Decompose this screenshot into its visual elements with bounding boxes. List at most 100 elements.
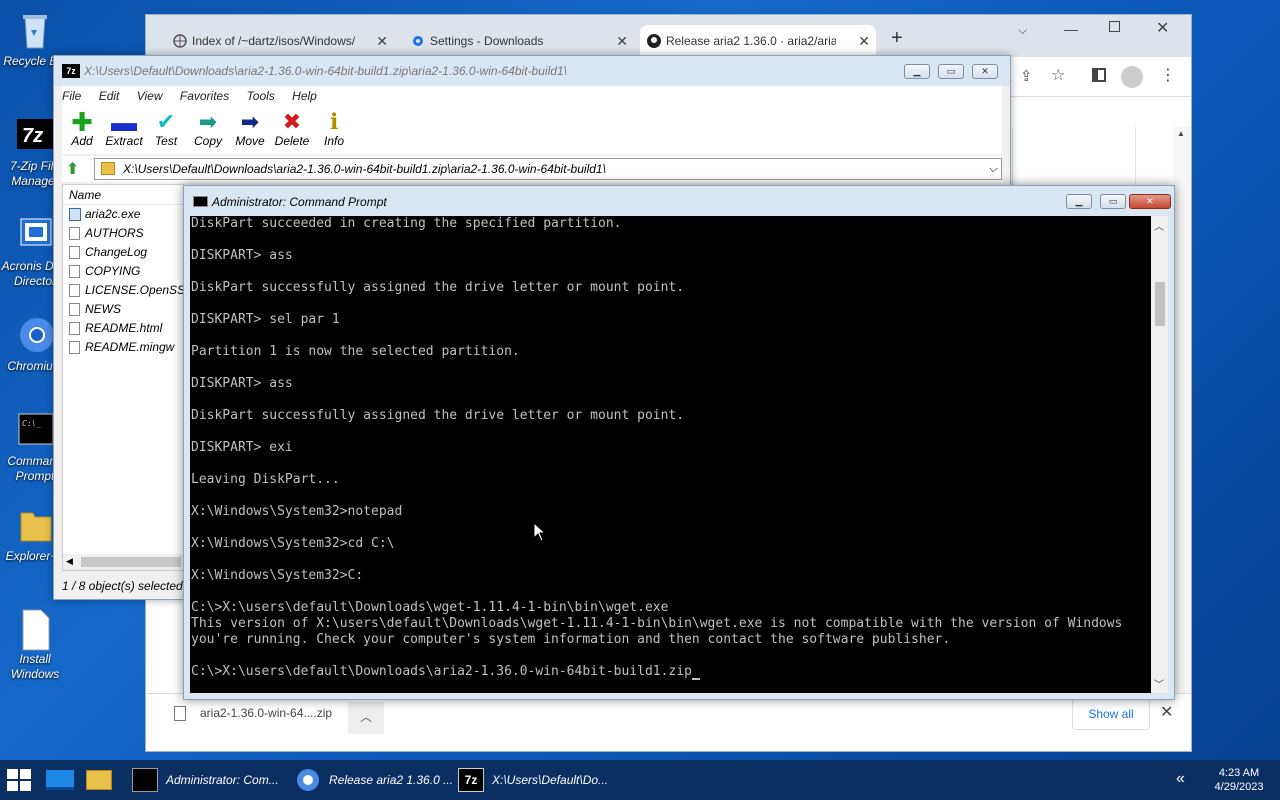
show-all-button[interactable]: Show all	[1072, 698, 1150, 730]
tab-release-aria2[interactable]: Release aria2 1.36.0 · aria2/aria2 ✕	[640, 25, 876, 57]
x-icon: ✖	[282, 109, 302, 134]
file-list[interactable]: Name aria2c.exe AUTHORS ChangeLog COPYING LI…	[62, 184, 192, 571]
maximize-button[interactable]: ▭	[1100, 194, 1126, 209]
file-icon	[69, 341, 80, 354]
taskbar-item-label: Release aria2 1.36.0 ...	[329, 773, 454, 787]
taskbar-item-label: X:\Users\Default\Do...	[492, 773, 609, 787]
console-line: Partition 1 is now the selected partitio…	[191, 344, 520, 359]
scroll-down-arrow-icon[interactable]: ﹀	[1154, 676, 1164, 691]
scroll-up-arrow-icon[interactable]: ▲	[1177, 129, 1185, 138]
menu-favorites[interactable]: Favorites	[180, 86, 229, 106]
share-icon[interactable]: ⇪	[1020, 67, 1033, 85]
menu-tools[interactable]: Tools	[247, 86, 275, 106]
add-button[interactable]: ✚ Add	[62, 109, 102, 148]
side-panel-icon[interactable]	[1092, 68, 1106, 82]
file-list-item[interactable]: NEWS	[63, 300, 183, 319]
taskbar-folder-icon[interactable]	[86, 770, 112, 790]
console-line: X:\Windows\System32>cd C:\	[191, 536, 395, 551]
up-folder-icon[interactable]: ⬆	[66, 159, 79, 179]
console-line: X:\Windows\System32>C:	[191, 568, 364, 583]
console-output[interactable]: DiskPart succeeded in creating the speci…	[190, 216, 1151, 693]
minimize-icon[interactable]: —	[1064, 21, 1078, 37]
column-header-name[interactable]: Name	[63, 185, 183, 205]
command-prompt-window[interactable]: Administrator: Command Prompt ▁ ▭ ✕ Disk…	[183, 185, 1175, 700]
taskbar-item-command-prompt[interactable]: Administrator: Com...	[130, 760, 285, 800]
new-tab-button[interactable]: +	[891, 27, 903, 50]
tab-index-of-isos[interactable]: Index of /~dartz/isos/Windows/ ✕	[166, 25, 394, 57]
menu-help[interactable]: Help	[292, 86, 317, 106]
clock[interactable]: 4:23 AM 4/29/2023	[1202, 766, 1276, 794]
file-icon	[174, 706, 186, 721]
desktop-icon-install-windows[interactable]: Install Windows	[0, 608, 70, 682]
maximize-icon[interactable]	[1109, 21, 1120, 32]
file-list-item[interactable]: ChangeLog	[63, 243, 183, 262]
window-title-bar[interactable]: Administrator: Command Prompt ▁ ▭ ✕	[184, 186, 1174, 216]
menu-dots-icon[interactable]: ⋮	[1160, 65, 1176, 85]
minus-icon: ▬	[111, 107, 137, 137]
extract-button[interactable]: ▬ Extract	[104, 107, 144, 148]
taskbar-item-browser[interactable]: Release aria2 1.36.0 ...	[293, 760, 453, 800]
move-button[interactable]: ➡ Move	[230, 110, 270, 149]
close-button[interactable]: ✕	[972, 64, 998, 79]
file-list-item[interactable]: README.html	[63, 319, 183, 338]
star-icon[interactable]: ☆	[1051, 65, 1065, 85]
close-icon[interactable]: ✕	[858, 33, 870, 50]
console-line: DISKPART> ass	[191, 248, 293, 263]
menu-edit[interactable]: Edit	[99, 86, 120, 106]
copy-button[interactable]: ➡ Copy	[188, 110, 228, 149]
maximize-button[interactable]: ▭	[938, 64, 964, 79]
profile-icon[interactable]	[1121, 66, 1143, 88]
file-name: README.html	[85, 321, 163, 335]
tab-search-chevron-icon[interactable]: ⌵	[1018, 23, 1027, 38]
file-list-item[interactable]: COPYING	[63, 262, 183, 281]
minimize-button[interactable]: ▁	[904, 64, 930, 79]
scroll-left-arrow-icon[interactable]: ◀	[66, 556, 73, 567]
menu-file[interactable]: File	[62, 86, 81, 106]
close-icon[interactable]: ✕	[376, 33, 388, 50]
close-icon[interactable]: ✕	[616, 33, 628, 50]
scrollbar-thumb[interactable]	[81, 557, 181, 567]
windows-logo-icon	[7, 769, 31, 791]
taskbar-desktop-icon[interactable]	[46, 770, 74, 790]
file-list-item[interactable]: AUTHORS	[63, 224, 183, 243]
page-scrollbar[interactable]: ▲	[1173, 127, 1191, 697]
info-button[interactable]: ℹ Info	[314, 110, 354, 149]
address-bar: ⬆ X:\Users\Default\Downloads\aria2-1.36.…	[62, 156, 1002, 182]
minimize-button[interactable]: ▁	[1066, 194, 1092, 209]
file-name: AUTHORS	[85, 226, 144, 240]
document-icon	[15, 608, 55, 651]
file-list-item[interactable]: aria2c.exe	[63, 205, 183, 224]
file-list-item[interactable]: LICENSE.OpenSSL	[63, 281, 192, 300]
path-combobox[interactable]: X:\Users\Default\Downloads\aria2-1.36.0-…	[94, 158, 1002, 180]
console-line: Leaving DiskPart...	[191, 472, 340, 487]
taskbar-item-7zip[interactable]: 7z X:\Users\Default\Do...	[456, 760, 616, 800]
horizontal-scrollbar[interactable]: ◀	[63, 554, 183, 570]
tab-settings-downloads[interactable]: Settings - Downloads ✕	[404, 25, 634, 57]
chevron-down-icon[interactable]: ⌵	[989, 159, 997, 179]
chromium-icon	[295, 768, 321, 792]
file-list-item[interactable]: README.mingw	[63, 338, 183, 357]
tray-chevron-icon[interactable]: «	[1176, 770, 1185, 788]
scroll-up-arrow-icon[interactable]: ︿	[1154, 218, 1164, 233]
console-scrollbar[interactable]: ︿ ﹀	[1151, 216, 1168, 693]
file-icon	[69, 284, 80, 297]
close-window-icon[interactable]: ✕	[1156, 18, 1169, 38]
scrollbar-thumb[interactable]	[1155, 282, 1165, 326]
delete-button[interactable]: ✖ Delete	[272, 109, 312, 149]
start-button[interactable]	[6, 768, 32, 792]
chevron-up-icon[interactable]: ︿	[348, 702, 384, 734]
window-title: Administrator: Command Prompt	[212, 195, 387, 209]
close-download-bar-icon[interactable]: ✕	[1160, 702, 1173, 722]
download-item[interactable]: aria2-1.36.0-win-64....zip ︿	[166, 702, 384, 738]
test-button[interactable]: ✔ Test	[146, 110, 186, 149]
window-title-bar[interactable]: 7z X:\Users\Default\Downloads\aria2-1.36…	[54, 56, 1010, 86]
close-button[interactable]: ✕	[1129, 194, 1171, 209]
menu-view[interactable]: View	[137, 86, 163, 106]
file-icon	[69, 246, 80, 259]
